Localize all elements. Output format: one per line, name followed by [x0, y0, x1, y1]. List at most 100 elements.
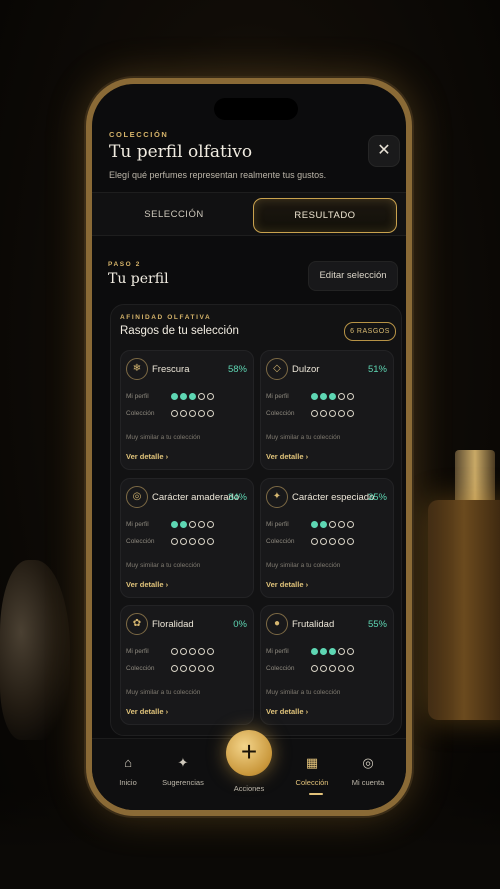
actions-fab-button[interactable]: + — [226, 730, 272, 776]
trait-name: Floralidad — [152, 619, 194, 630]
level-dot — [189, 538, 196, 545]
trait-detail-link[interactable]: Ver detalle › — [126, 580, 168, 589]
trait-card: ❄ Frescura 58% Mi perfil Colección Muy simila… — [120, 350, 254, 470]
trait-note: Muy similar a tu colección — [266, 562, 341, 569]
nav-sugerencias[interactable]: ✦ Sugerencias — [153, 739, 213, 787]
step-title: Tu perfil — [108, 271, 169, 287]
level-dot — [171, 538, 178, 545]
ring-icon: ◎ — [126, 486, 148, 508]
collection-row-label: Colección — [126, 410, 155, 417]
level-dot — [329, 665, 336, 672]
level-dot — [207, 393, 214, 400]
level-dot — [329, 521, 336, 528]
plus-icon: + — [240, 736, 258, 767]
level-dot — [171, 521, 178, 528]
trait-note: Muy similar a tu colección — [126, 689, 201, 696]
trait-note: Muy similar a tu colección — [126, 562, 201, 569]
trait-name: Carácter especiado — [292, 492, 375, 503]
home-icon: ⌂ — [124, 755, 132, 770]
actions-label: Acciones — [233, 784, 265, 793]
profile-level — [311, 521, 356, 528]
nav-coleccion[interactable]: ▦ Colección — [282, 739, 342, 787]
nav-mi-cuenta[interactable]: ◎ Mi cuenta — [338, 739, 398, 787]
phone-frame: COLECCIÓN Tu perfil olfativo Elegí qué p… — [86, 78, 412, 816]
trait-percent: 35% — [367, 492, 387, 503]
level-dot — [198, 538, 205, 545]
edit-selection-button[interactable]: Editar selección — [308, 261, 398, 291]
level-dot — [338, 393, 345, 400]
trait-name: Dulzor — [292, 364, 320, 375]
perfume-bottle — [428, 500, 500, 720]
level-dot — [171, 665, 178, 672]
tab-resultado[interactable]: RESULTADO — [253, 198, 397, 233]
collection-level — [171, 538, 216, 545]
trait-detail-link[interactable]: Ver detalle › — [266, 452, 308, 461]
level-dot — [311, 410, 318, 417]
level-dot — [347, 648, 354, 655]
level-dot — [311, 665, 318, 672]
profile-level — [171, 648, 216, 655]
nav-inicio[interactable]: ⌂ Inicio — [98, 739, 158, 787]
trait-detail-link[interactable]: Ver detalle › — [126, 707, 168, 716]
level-dot — [207, 538, 214, 545]
trait-name: Frutalidad — [292, 619, 335, 630]
level-dot — [198, 521, 205, 528]
level-dot — [347, 393, 354, 400]
level-dot — [338, 410, 345, 417]
level-dot — [329, 393, 336, 400]
page-title: Tu perfil olfativo — [109, 142, 253, 162]
traits-eyebrow: AFINIDAD OLFATIVA — [120, 314, 212, 321]
trait-name: Frescura — [152, 364, 190, 375]
level-dot — [311, 393, 318, 400]
level-dot — [320, 665, 327, 672]
tab-bar: SELECCIÓN RESULTADO — [92, 192, 406, 236]
profile-row-label: Mi perfil — [126, 393, 149, 400]
profile-row-label: Mi perfil — [266, 648, 289, 655]
collection-row-label: Colección — [266, 410, 295, 417]
level-dot — [320, 538, 327, 545]
tab-seleccion[interactable]: SELECCIÓN — [104, 198, 244, 231]
level-dot — [198, 665, 205, 672]
perfume-bottle-cap — [455, 450, 495, 505]
level-dot — [338, 538, 345, 545]
user-icon: ◎ — [362, 755, 374, 770]
traits-title: Rasgos de tu selección — [120, 325, 239, 337]
trait-name: Carácter amaderado — [152, 492, 240, 503]
collection-row-label: Colección — [266, 665, 295, 672]
spark-icon: ✦ — [266, 486, 288, 508]
level-dot — [311, 648, 318, 655]
nav-label: Sugerencias — [162, 778, 204, 787]
level-dot — [329, 648, 336, 655]
grid-icon: ▦ — [305, 755, 319, 770]
flower-icon: ✿ — [126, 613, 148, 635]
close-button[interactable]: ✕ — [368, 135, 400, 167]
trait-card: ✦ Carácter especiado 35% Mi perfil Colección… — [260, 478, 394, 598]
level-dot — [329, 538, 336, 545]
collection-row-label: Colección — [266, 538, 295, 545]
sparkle-icon: ✦ — [177, 755, 189, 770]
trait-percent: 34% — [227, 492, 247, 503]
level-dot — [320, 648, 327, 655]
level-dot — [320, 410, 327, 417]
trait-detail-link[interactable]: Ver detalle › — [266, 707, 308, 716]
collection-level — [311, 538, 356, 545]
trait-detail-link[interactable]: Ver detalle › — [266, 580, 308, 589]
trait-detail-link[interactable]: Ver detalle › — [126, 452, 168, 461]
trait-note: Muy similar a tu colección — [266, 434, 341, 441]
trait-percent: 58% — [227, 364, 247, 375]
level-dot — [198, 410, 205, 417]
level-dot — [347, 521, 354, 528]
level-dot — [347, 665, 354, 672]
level-dot — [347, 538, 354, 545]
nav-label: Mi cuenta — [351, 778, 385, 787]
dynamic-island — [214, 98, 298, 120]
traits-panel: AFINIDAD OLFATIVA Rasgos de tu selección… — [110, 304, 402, 736]
nav-label: Colección — [295, 778, 329, 787]
collection-row-label: Colección — [126, 665, 155, 672]
level-dot — [311, 538, 318, 545]
profile-row-label: Mi perfil — [126, 521, 149, 528]
level-dot — [338, 521, 345, 528]
level-dot — [207, 521, 214, 528]
level-dot — [198, 648, 205, 655]
level-dot — [171, 648, 178, 655]
